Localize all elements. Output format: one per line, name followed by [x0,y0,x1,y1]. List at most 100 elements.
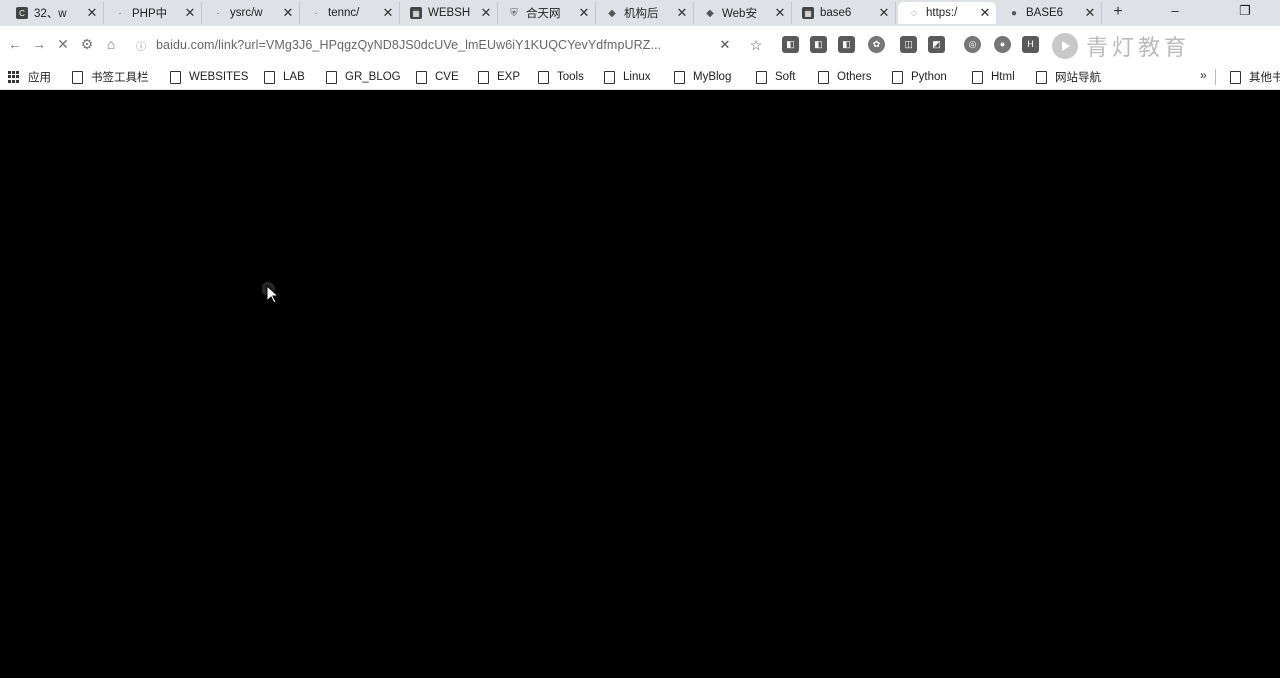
extension-icon[interactable]: ◩ [928,36,945,53]
home-button[interactable]: ⌂ [102,35,120,53]
close-icon[interactable]: ✕ [773,5,787,21]
extension-icon[interactable]: ✿ [868,36,885,53]
info-icon[interactable]: ⓘ [134,38,148,53]
tab-10-active[interactable]: ◌ https:/ ✕ [898,2,996,24]
folder-icon [416,70,427,84]
bookmark-folder[interactable]: WEBSITES [170,69,248,85]
tab-title: https:/ [926,7,958,19]
bookmark-label: WEBSITES [189,71,249,83]
bookmark-other[interactable]: 其他书签 [1230,69,1280,85]
apps-grid-icon [8,71,20,83]
bookmark-label: 书签工具栏 [91,72,149,84]
address-bar[interactable]: ⓘ baidu.com/link?url=VMg3J6_HPqgzQyND8JS… [134,31,764,59]
tab-1[interactable]: C 32、w ✕ [6,2,104,24]
tab-title: BASE6 [1026,7,1064,19]
watermark-logo: 青灯教育 [1052,32,1252,60]
clear-icon[interactable]: ✕ [718,37,732,53]
bookmark-apps[interactable]: 应用 [8,69,51,85]
close-icon[interactable]: ✕ [675,5,689,21]
tab-5[interactable]: ▦ WEBSH ✕ [400,2,498,24]
bookmark-star-icon[interactable]: ☆ [748,37,764,54]
close-icon[interactable]: ✕ [1083,5,1097,21]
extension-icon[interactable]: ◧ [782,36,799,53]
page-icon: ▦ [802,7,814,19]
close-icon[interactable]: ✕ [381,5,395,21]
close-icon[interactable]: ✕ [183,5,197,21]
stop-button[interactable]: ✕ [54,35,72,53]
tab-11[interactable]: ● BASE6 ✕ [998,2,1102,24]
close-icon[interactable]: ✕ [85,5,99,21]
bookmark-folder[interactable]: GR_BLOG [326,69,401,85]
bookmark-folder[interactable]: CVE [416,69,459,85]
folder-icon [756,70,767,84]
url-text[interactable]: baidu.com/link?url=VMg3J6_HPqgzQyND8JS0d… [156,38,712,52]
bookmark-folder[interactable]: Tools [538,69,584,85]
bookmark-folder[interactable]: 网站导航 [1036,69,1101,85]
loading-icon: ◌ [911,7,917,19]
tab-3[interactable]: · ysrc/w ✕ [202,2,300,24]
bookmark-folder[interactable]: EXP [478,69,520,85]
page-icon: · [118,7,122,19]
tab-title: base6 [820,7,852,19]
folder-icon [818,70,829,84]
extension-icon[interactable]: ◎ [964,36,981,53]
tab-8[interactable]: ◆ Web安 ✕ [694,2,792,24]
bookmark-label: GR_BLOG [345,71,401,83]
bookmark-folder[interactable]: Linux [604,69,651,85]
folder-icon [326,70,337,84]
shield-icon: ⛨ [510,7,518,19]
tab-title: ysrc/w [230,7,263,19]
restore-button[interactable]: ❐ [1222,0,1268,24]
folder-icon [264,70,275,84]
tab-4[interactable]: · tennc/ ✕ [300,2,400,24]
play-icon [1052,33,1078,59]
close-icon[interactable]: ✕ [877,5,891,21]
tab-title: 机构后 [624,8,659,20]
extension-icon[interactable]: ◫ [900,36,917,53]
github-icon: · [314,7,318,19]
forward-button[interactable]: → [30,35,48,53]
bookmark-label: CVE [435,71,459,83]
bookmark-folder[interactable]: Soft [756,69,795,85]
new-tab-button[interactable]: + [1109,2,1127,24]
watermark-text: 青灯教育 [1086,35,1191,60]
bookmark-folder[interactable]: MyBlog [674,69,731,85]
extension-icon[interactable]: ◧ [810,36,827,53]
close-icon[interactable]: ✕ [577,5,591,21]
close-icon[interactable]: ✕ [281,5,295,21]
tab-strip: C 32、w ✕ · PHP中 ✕ · ysrc/w ✕ · tennc/ ✕ … [0,0,1280,26]
extension-icon[interactable]: ● [994,36,1011,53]
tab-9[interactable]: ▦ base6 ✕ [792,2,896,24]
bookmark-folder[interactable]: LAB [264,69,305,85]
tab-title: WEBSH [428,7,471,19]
close-icon[interactable]: ✕ [978,5,992,21]
minimize-button[interactable]: – [1152,0,1198,24]
tab-2[interactable]: · PHP中 ✕ [104,2,202,24]
bookmark-label: MyBlog [693,71,732,83]
page-icon: C [16,7,28,19]
folder-icon [1036,70,1047,84]
tab-title: 32、w [34,8,67,20]
folder-icon [538,70,549,84]
bookmark-folder[interactable]: Others [818,69,872,85]
bookmarks-overflow-button[interactable]: » [1200,68,1207,82]
tab-title: Web安 [722,8,757,20]
tab-7[interactable]: ◆ 机构后 ✕ [596,2,694,24]
folder-icon [674,70,685,84]
settings-button[interactable]: ⚙ [78,35,96,53]
bookmark-label: 应用 [28,72,51,84]
dot-icon: ● [1010,7,1018,19]
folder-icon [170,70,181,84]
bookmark-label: Html [991,71,1015,83]
page-content[interactable] [0,91,1280,678]
back-button[interactable]: ← [6,35,24,53]
extension-icon[interactable]: ◧ [838,36,855,53]
bookmark-folder[interactable]: 书签工具栏 [72,69,149,85]
bookmark-folder[interactable]: Python [892,69,947,85]
bookmark-folder[interactable]: Html [972,69,1015,85]
bookmark-label: Tools [557,71,584,83]
close-icon[interactable]: ✕ [479,5,493,21]
tab-6[interactable]: ⛨ 合天网 ✕ [498,2,596,24]
folder-icon [478,70,489,84]
extension-icon[interactable]: H [1022,36,1039,53]
